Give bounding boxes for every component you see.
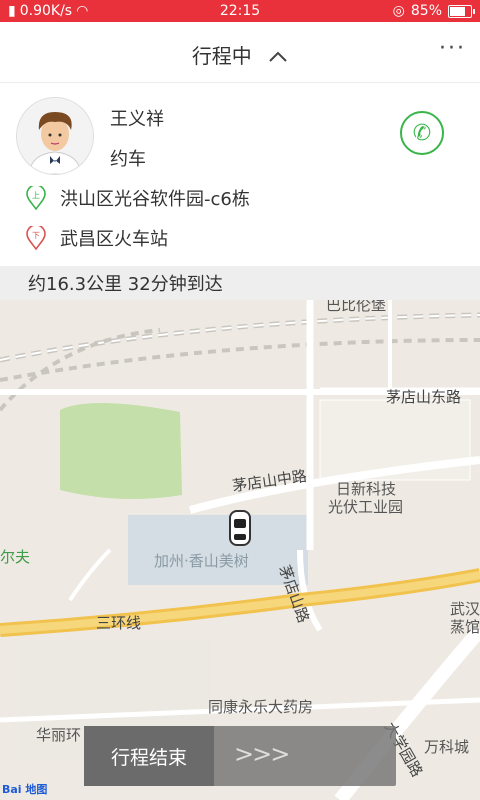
dropoff-address: 武昌区火车站 xyxy=(60,229,168,250)
end-trip-slider[interactable]: 行程结束 >>> xyxy=(84,726,396,786)
car-marker-icon xyxy=(229,510,251,546)
dropoff-row: 下 武昌区火车站 xyxy=(26,225,168,251)
trip-summary-bar: 约16.3公里 32分钟到达 xyxy=(0,266,480,300)
phone-icon: ✆ xyxy=(412,120,432,146)
map-label: 华丽环 xyxy=(36,726,82,744)
driver-name: 王义祥 xyxy=(110,109,164,130)
map-view[interactable]: 巴比伦堡 茅店山东路 茅店山中路 日新科技 光伏工业园 加州·香山美树 尔夫 茅… xyxy=(0,300,480,800)
svg-text:下: 下 xyxy=(32,231,40,240)
trip-status-toggle[interactable]: 行程中 xyxy=(0,40,480,69)
trip-summary: 约16.3公里 32分钟到达 xyxy=(28,274,223,295)
pickup-row: 上 洪山区光谷软件园-c6栋 xyxy=(26,185,250,211)
chevron-up-icon xyxy=(268,44,288,68)
pickup-address: 洪山区光谷软件园-c6栋 xyxy=(60,189,250,210)
map-label: 巴比伦堡 xyxy=(326,300,387,314)
map-label: 光伏工业园 xyxy=(328,498,404,516)
battery-percent: 85% xyxy=(410,3,442,19)
map-label: 尔夫 xyxy=(0,548,31,566)
service-type: 约车 xyxy=(110,149,146,170)
svg-text:上: 上 xyxy=(32,191,40,200)
map-label: 同康永乐大药房 xyxy=(208,698,314,716)
call-driver-button[interactable]: ✆ xyxy=(400,111,444,155)
pickup-pin-icon: 上 xyxy=(26,186,46,210)
map-label: 加州·香山美树 xyxy=(154,552,249,570)
slide-arrows-icon: >>> xyxy=(234,740,290,768)
baidu-map-logo: Bai 地图 xyxy=(2,783,48,796)
end-trip-button[interactable]: 行程结束 xyxy=(84,726,214,786)
driver-card: 王义祥 约车 ✆ 上 洪山区光谷软件园-c6栋 下 武昌区火车站 xyxy=(0,83,480,266)
top-bar: 行程中 ··· xyxy=(0,22,480,83)
map-label: 茅店山东路 xyxy=(386,388,462,406)
more-menu-button[interactable]: ··· xyxy=(439,36,466,61)
map-label: 三环线 xyxy=(96,614,142,632)
status-bar: ▮ 0.90K/s ◠ 22:15 ◎ 85% xyxy=(0,0,480,22)
avatar xyxy=(16,97,94,175)
battery-icon xyxy=(448,4,475,18)
page-title: 行程中 xyxy=(191,44,252,68)
location-icon: ◎ xyxy=(392,3,405,19)
dropoff-pin-icon: 下 xyxy=(26,226,46,250)
map-label: 万科城 xyxy=(424,738,470,756)
map-label: 蒸馆 xyxy=(450,618,480,636)
